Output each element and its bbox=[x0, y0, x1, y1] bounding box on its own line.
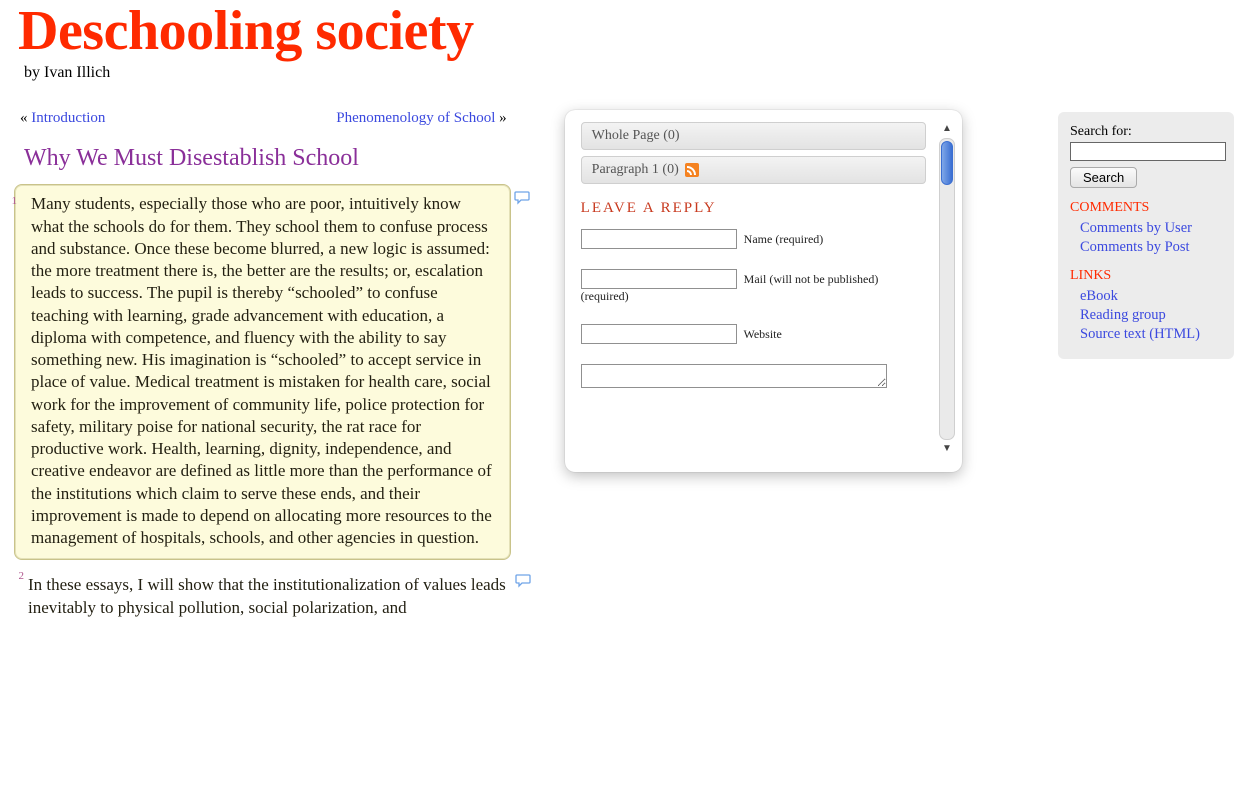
reply-website-input[interactable] bbox=[581, 324, 737, 344]
sidebar-box: Search for: Search COMMENTS Comments by … bbox=[1058, 112, 1234, 359]
scroll-thumb[interactable] bbox=[941, 141, 953, 185]
comment-icon[interactable] bbox=[515, 574, 531, 588]
reply-mail-row: Mail (will not be published) (required) bbox=[581, 269, 926, 304]
nav-prev: « Introduction bbox=[20, 110, 105, 127]
reply-website-row: Website bbox=[581, 324, 926, 344]
paragraph-number: 1 bbox=[3, 195, 17, 207]
paragraph-number: 2 bbox=[10, 570, 24, 582]
sidebar-section-title: COMMENTS bbox=[1070, 200, 1224, 216]
nav-next: Phenomenology of School » bbox=[336, 110, 506, 127]
comment-icon[interactable] bbox=[514, 191, 530, 205]
sidebar-section-title: LINKS bbox=[1070, 268, 1224, 284]
paragraph-text: In these essays, I will show that the in… bbox=[28, 574, 511, 619]
sidebar-link-comments-by-user[interactable]: Comments by User bbox=[1080, 220, 1224, 237]
panel-scrollbar[interactable]: ▲ ▼ bbox=[938, 114, 962, 464]
paragraph-block[interactable]: 1 Many students, especially those who ar… bbox=[14, 184, 511, 560]
paragraph-block[interactable]: 2 In these essays, I will show that the … bbox=[14, 568, 511, 619]
chapter-nav: « Introduction Phenomenology of School » bbox=[20, 110, 507, 127]
sidebar-link-reading-group[interactable]: Reading group bbox=[1080, 307, 1224, 324]
sidebar-link-ebook[interactable]: eBook bbox=[1080, 288, 1224, 305]
scroll-up-arrow[interactable]: ▲ bbox=[942, 124, 952, 134]
search-button[interactable]: Search bbox=[1070, 167, 1137, 188]
scroll-track[interactable] bbox=[939, 138, 955, 440]
comments-panel-wrap: Whole Page (0) Paragraph 1 (0) LEAVE A R… bbox=[565, 110, 962, 472]
page-header: Deschooling society by Ivan Illich bbox=[0, 0, 1234, 90]
search-input[interactable] bbox=[1070, 142, 1226, 161]
rss-icon[interactable] bbox=[685, 163, 699, 177]
sidebar-link-source-text[interactable]: Source text (HTML) bbox=[1080, 326, 1224, 343]
bar-label: Whole Page (0) bbox=[592, 128, 680, 144]
site-title: Deschooling society bbox=[18, 2, 1216, 60]
reply-name-input[interactable] bbox=[581, 229, 737, 249]
comments-filter-paragraph[interactable]: Paragraph 1 (0) bbox=[581, 156, 926, 184]
nav-prev-symbol: « bbox=[20, 110, 28, 126]
comments-panel: Whole Page (0) Paragraph 1 (0) LEAVE A R… bbox=[565, 110, 962, 472]
reply-body-input[interactable] bbox=[581, 364, 887, 388]
comments-filter-whole-page[interactable]: Whole Page (0) bbox=[581, 122, 926, 150]
paragraph-text: Many students, especially those who are … bbox=[27, 193, 500, 549]
sidebar: Search for: Search COMMENTS Comments by … bbox=[1058, 112, 1234, 359]
sidebar-link-comments-by-post[interactable]: Comments by Post bbox=[1080, 239, 1224, 256]
reply-website-label: Website bbox=[743, 327, 781, 341]
search-label: Search for: bbox=[1070, 124, 1224, 140]
nav-next-link[interactable]: Phenomenology of School bbox=[336, 110, 495, 126]
reply-name-row: Name (required) bbox=[581, 229, 926, 249]
nav-prev-link[interactable]: Introduction bbox=[31, 110, 105, 126]
article-title: Why We Must Disestablish School bbox=[24, 145, 511, 172]
bar-label: Paragraph 1 (0) bbox=[592, 162, 679, 178]
article-column: « Introduction Phenomenology of School »… bbox=[8, 90, 521, 627]
reply-heading: LEAVE A REPLY bbox=[581, 200, 926, 217]
reply-name-label: Name (required) bbox=[744, 232, 824, 246]
reply-mail-input[interactable] bbox=[581, 269, 737, 289]
nav-next-symbol: » bbox=[499, 110, 507, 126]
reply-body-row bbox=[581, 364, 926, 392]
scroll-down-arrow[interactable]: ▼ bbox=[942, 444, 952, 454]
byline: by Ivan Illich bbox=[24, 64, 1216, 82]
